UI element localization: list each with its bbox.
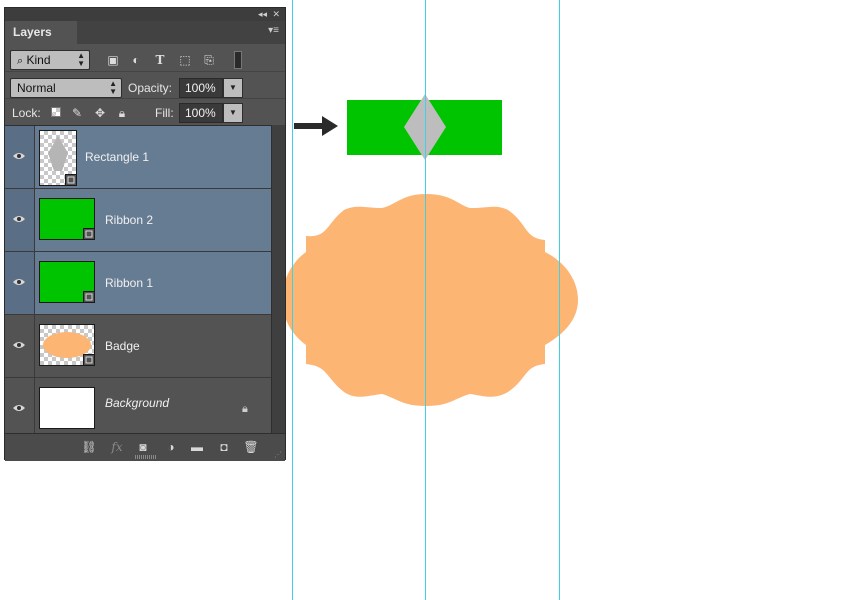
layer-name: Ribbon 1: [105, 276, 154, 290]
group-folder-icon[interactable]: ▬: [189, 439, 205, 455]
blend-row: Normal ▲ ▼ Opacity: 100% ▼: [5, 71, 285, 100]
background-lock-icon[interactable]: 🔒︎: [242, 403, 248, 415]
trash-icon[interactable]: 🗑︎: [243, 439, 259, 455]
visibility-toggle[interactable]: [5, 189, 35, 251]
kind-filter-dropdown[interactable]: ⌕ Kind ▲ ▼: [10, 50, 90, 70]
layer-row-ribbon-1[interactable]: Ribbon 1: [5, 252, 271, 315]
search-icon: ⌕: [17, 55, 24, 67]
layers-list: Rectangle 1 Ribbon 2 Ribbon 1 Badge Back…: [5, 125, 271, 434]
layer-row-badge[interactable]: Badge: [5, 315, 271, 378]
kind-filter-label: Kind: [26, 53, 51, 67]
vector-mask-icon: [65, 174, 77, 186]
visibility-toggle[interactable]: [5, 126, 35, 188]
layer-name: Ribbon 2: [105, 213, 154, 227]
filter-row: ⌕ Kind ▲ ▼ ▣ ◐ T ⬚ ⎘: [5, 44, 285, 72]
new-layer-icon[interactable]: ◘: [216, 439, 232, 455]
guide-line-right[interactable]: [559, 0, 560, 600]
dropdown-arrows-icon: ▲ ▼: [77, 51, 85, 68]
adjustment-filter-icon[interactable]: ◐: [129, 50, 143, 70]
vector-mask-icon: [83, 354, 95, 366]
eye-icon: [13, 342, 25, 348]
filter-toggle-icon[interactable]: [234, 51, 242, 69]
badge-shape: [282, 194, 578, 406]
link-icon[interactable]: ⛓: [81, 439, 97, 455]
vector-mask-icon: [83, 291, 95, 303]
layer-name: Background: [105, 396, 170, 410]
visibility-toggle[interactable]: [5, 378, 35, 434]
guide-line-left[interactable]: [292, 0, 293, 600]
lock-row: Lock: ✎ ✥ 🔒︎ Fill: 100% ▼: [5, 98, 285, 126]
lock-transparent-pixels-icon[interactable]: [51, 107, 61, 117]
smart-object-filter-icon[interactable]: ⎘: [202, 50, 216, 70]
panel-menu-icon[interactable]: ▾≡: [268, 26, 279, 36]
close-panel-icon[interactable]: ✕: [272, 8, 280, 21]
guide-line-center[interactable]: [425, 0, 426, 600]
layer-row-ribbon-2[interactable]: Ribbon 2: [5, 189, 271, 252]
visibility-toggle[interactable]: [5, 252, 35, 314]
visibility-toggle[interactable]: [5, 315, 35, 377]
lock-position-icon[interactable]: ✥: [93, 103, 107, 123]
layers-panel: ◂◂ ✕ Layers ▾≡ ⌕ Kind ▲ ▼ ▣ ◐ T ⬚ ⎘ Norma…: [4, 7, 286, 461]
vector-mask-icon: [83, 228, 95, 240]
fill-field[interactable]: 100%: [179, 103, 223, 123]
type-filter-icon[interactable]: T: [153, 50, 167, 70]
panel-bottom-grip-icon[interactable]: [135, 455, 157, 459]
lock-image-pixels-icon[interactable]: ✎: [70, 103, 84, 123]
eye-icon: [13, 405, 25, 411]
collapse-panel-icon[interactable]: ◂◂: [258, 8, 267, 21]
resize-grip-icon[interactable]: ⋰: [274, 450, 282, 459]
panel-tab-bar: Layers ▾≡: [5, 21, 285, 44]
image-filter-icon[interactable]: ▣: [106, 50, 120, 70]
fill-label: Fill:: [155, 106, 174, 120]
shape-filter-icon[interactable]: ⬚: [178, 50, 192, 70]
blend-mode-value: Normal: [17, 81, 56, 95]
adjustment-icon[interactable]: ◑: [163, 439, 179, 455]
opacity-label: Opacity:: [128, 81, 173, 95]
layer-thumbnail: [39, 324, 95, 366]
eye-icon: [13, 216, 25, 222]
pointer-arrow-icon: [294, 116, 338, 136]
opacity-chevron-down-icon[interactable]: ▼: [223, 78, 243, 98]
fill-chevron-down-icon[interactable]: ▼: [223, 103, 243, 123]
mask-icon[interactable]: ◙: [135, 439, 151, 455]
panel-title-bar[interactable]: ◂◂ ✕: [5, 8, 285, 21]
blend-mode-dropdown[interactable]: Normal ▲ ▼: [10, 78, 122, 98]
layers-scrollbar[interactable]: [271, 125, 285, 433]
eye-icon: [13, 153, 25, 159]
layer-thumbnail: [39, 387, 95, 429]
lock-all-icon[interactable]: 🔒︎: [115, 103, 129, 123]
layer-name: Badge: [105, 339, 140, 353]
opacity-field[interactable]: 100%: [179, 78, 223, 98]
layer-row-background[interactable]: Background 🔒︎: [5, 378, 271, 434]
fx-icon[interactable]: fx: [109, 439, 125, 455]
layer-thumbnail: [39, 261, 95, 303]
eye-icon: [13, 279, 25, 285]
layer-thumbnail: [39, 198, 95, 240]
layer-thumbnail: [39, 130, 77, 186]
dropdown-arrows-icon: ▲ ▼: [109, 79, 117, 96]
layer-name: Rectangle 1: [85, 150, 150, 164]
layer-row-rectangle-1[interactable]: Rectangle 1: [5, 126, 271, 189]
lock-label: Lock:: [12, 106, 41, 120]
tab-layers[interactable]: Layers: [5, 21, 77, 44]
